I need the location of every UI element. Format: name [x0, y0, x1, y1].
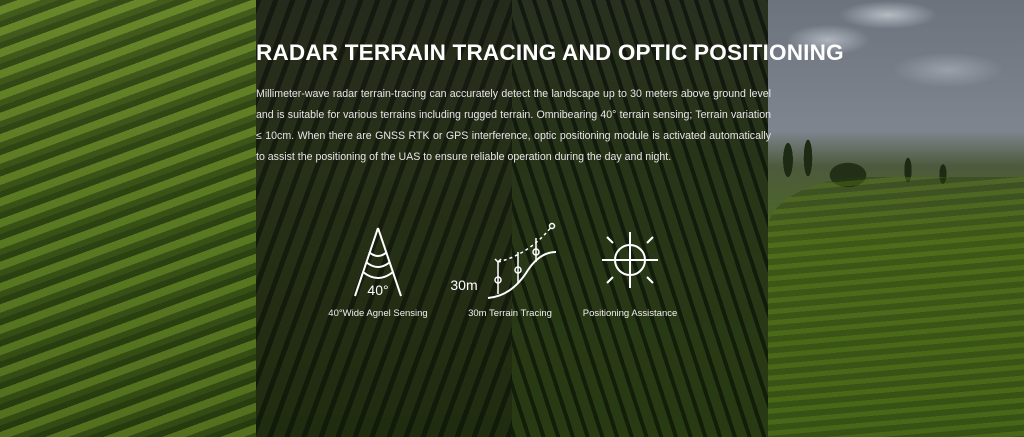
feature-terrain-tracing: 30m 30m Terrain Tracing [440, 222, 580, 319]
feature-section: RADAR TERRAIN TRACING AND OPTIC POSITION… [256, 0, 844, 437]
section-description: Millimeter-wave radar terrain-tracing ca… [256, 88, 771, 163]
radar-cone-icon: 40° [354, 227, 402, 298]
height-value: 30m [450, 277, 477, 293]
feature-label: 30m Terrain Tracing [468, 308, 552, 319]
feature-positioning-assistance: Positioning Assistance [560, 222, 700, 319]
angle-value: 40° [367, 282, 388, 298]
hillside-photo [768, 0, 1024, 437]
rice-terrace-photo [0, 0, 256, 437]
feature-label: Positioning Assistance [582, 308, 678, 319]
feature-wide-angle-sensing: 40° 40°Wide Agnel Sensing [308, 222, 448, 319]
terrain-tracing-icon: 30m [450, 222, 557, 299]
crosshair-sun-icon [602, 232, 658, 288]
green-hill [768, 177, 1024, 437]
section-title: RADAR TERRAIN TRACING AND OPTIC POSITION… [256, 40, 844, 65]
feature-label: 40°Wide Agnel Sensing [328, 308, 428, 319]
